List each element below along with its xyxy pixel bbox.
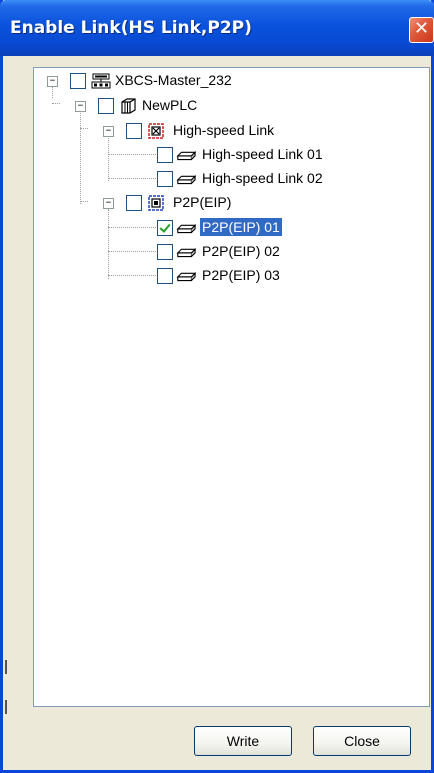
link-block-icon	[176, 150, 196, 161]
checkbox-p2p-group[interactable]	[126, 195, 142, 211]
network-station-icon	[91, 73, 111, 89]
link-tree[interactable]: − XBCS-Master_232 − NewPLC − High-speed …	[33, 67, 430, 707]
checkbox-hs-group[interactable]	[126, 123, 142, 139]
left-edge-mark	[5, 700, 7, 714]
write-button[interactable]: Write	[194, 726, 292, 756]
tree-node-hs-item[interactable]: High-speed Link 02	[34, 168, 424, 190]
plc-icon	[121, 98, 136, 114]
close-button[interactable]: Close	[313, 726, 411, 756]
window-title: Enable Link(HS Link,P2P)	[10, 18, 252, 38]
tree-node-p2p-group[interactable]: − P2P(EIP)	[34, 192, 424, 214]
checkbox-p2p-03[interactable]	[157, 268, 173, 284]
tree-node-hs-group[interactable]: − High-speed Link	[34, 120, 424, 142]
link-block-icon	[176, 174, 196, 185]
tree-node-p2p-item[interactable]: P2P(EIP) 03	[34, 265, 424, 287]
tree-node-p2p-item[interactable]: P2P(EIP) 01	[34, 217, 424, 239]
collapse-toggle[interactable]: −	[103, 126, 114, 137]
tree-node-label: High-speed Link 01	[202, 146, 323, 162]
checkbox-root[interactable]	[70, 73, 86, 89]
tree-node-label: XBCS-Master_232	[115, 72, 232, 88]
tree-node-label: High-speed Link	[173, 122, 275, 138]
title-bar[interactable]: Enable Link(HS Link,P2P) ✕	[0, 0, 434, 56]
tree-node-label-selected: P2P(EIP) 01	[199, 217, 283, 237]
link-block-icon	[176, 271, 196, 282]
checkbox-p2p-02[interactable]	[157, 244, 173, 260]
checkbox-plc[interactable]	[98, 98, 114, 114]
collapse-toggle[interactable]: −	[47, 76, 58, 87]
tree-node-p2p-item[interactable]: P2P(EIP) 02	[34, 241, 424, 263]
checkbox-hs-link-01[interactable]	[157, 147, 173, 163]
collapse-toggle[interactable]: −	[103, 198, 114, 209]
collapse-toggle[interactable]: −	[75, 101, 86, 112]
close-window-button[interactable]: ✕	[409, 17, 434, 43]
p2p-group-icon	[148, 195, 164, 211]
checkbox-p2p-01[interactable]	[157, 220, 173, 236]
tree-node-root[interactable]: − XBCS-Master_232	[34, 70, 424, 92]
checkbox-hs-link-02[interactable]	[157, 171, 173, 187]
link-block-icon	[176, 247, 196, 258]
tree-node-hs-item[interactable]: High-speed Link 01	[34, 144, 424, 166]
link-block-icon	[176, 223, 196, 234]
tree-node-label: P2P(EIP) 02	[202, 243, 280, 259]
tree-node-label: P2P(EIP)	[173, 194, 232, 210]
tree-node-label: High-speed Link 02	[202, 170, 323, 186]
hs-link-group-icon	[148, 123, 164, 139]
tree-node-label: P2P(EIP) 03	[202, 267, 280, 283]
tree-node-label: NewPLC	[142, 97, 198, 113]
tree-node-plc[interactable]: − NewPLC	[34, 95, 424, 117]
left-edge-mark	[5, 660, 7, 674]
